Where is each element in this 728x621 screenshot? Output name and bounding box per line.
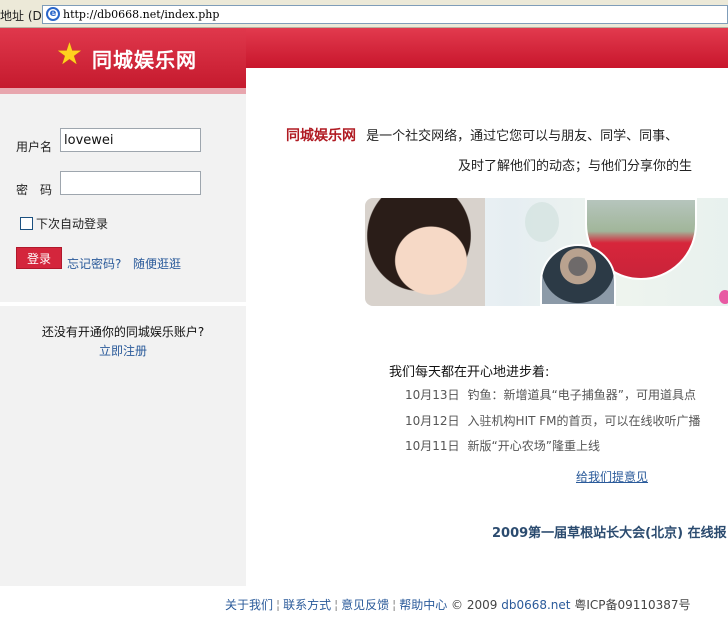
news-date: 10月11日 xyxy=(405,439,460,453)
password-input[interactable] xyxy=(60,171,201,195)
remember-label: 下次自动登录 xyxy=(36,217,109,231)
intro-brand: 同城娱乐网 xyxy=(286,128,356,144)
banner-background-figure xyxy=(525,202,559,242)
news-text: 钓鱼：新增道具“电子捕鱼器”，可用道具点 xyxy=(467,388,696,402)
feedback-wrap: 给我们提意见 xyxy=(576,468,648,485)
remember-checkbox[interactable] xyxy=(20,217,33,230)
url-field[interactable]: e http://db0668.net/index.php xyxy=(42,5,728,24)
login-button[interactable]: 登录 xyxy=(16,247,62,269)
register-link[interactable]: 立即注册 xyxy=(99,344,147,358)
footer-separator: ¦ xyxy=(334,598,339,612)
login-panel xyxy=(0,94,246,586)
footer: 关于我们 ¦ 联系方式 ¦ 意见反馈 ¦ 帮助中心 © 2009 db0668.net 粤I… xyxy=(225,596,691,613)
news-item: 10月11日 新版“开心农场”隆重上线 xyxy=(405,437,600,454)
url-text: http://db0668.net/index.php xyxy=(63,8,220,21)
panel-divider xyxy=(0,302,246,306)
footer-domain-link[interactable]: db0668.net xyxy=(501,598,570,612)
register-wrap: 立即注册 xyxy=(0,342,246,359)
banner-pink-dot xyxy=(719,290,728,304)
forgot-password-link[interactable]: 忘记密码? xyxy=(67,255,121,272)
news-text: 入驻机构HIT FM的首页，可以在线收听广播 xyxy=(467,414,701,428)
footer-separator: ¦ xyxy=(392,598,397,612)
logo-text: 同城娱乐网 xyxy=(92,48,197,72)
browse-link[interactable]: 随便逛逛 xyxy=(133,255,181,272)
feedback-link[interactable]: 给我们提意见 xyxy=(576,470,648,484)
star-icon: ★ xyxy=(56,37,83,72)
news-date: 10月12日 xyxy=(405,414,460,428)
footer-feedback-link[interactable]: 意见反馈 xyxy=(341,598,389,612)
intro-text-1: 是一个社交网络，通过它您可以与朋友、同学、同事、 xyxy=(366,129,679,144)
intro-line-2: 及时了解他们的动态；与他们分享你的生 xyxy=(458,159,693,174)
username-label: 用户名 xyxy=(16,140,53,154)
browser-address-bar: 地址 (D) e http://db0668.net/index.php xyxy=(0,0,728,28)
ie-page-icon: e xyxy=(46,7,60,21)
news-text: 新版“开心农场”隆重上线 xyxy=(467,439,600,453)
password-label: 密 码 xyxy=(16,183,53,197)
footer-about-link[interactable]: 关于我们 xyxy=(225,598,273,612)
news-date: 10月13日 xyxy=(405,388,460,402)
address-label: 地址 (D) xyxy=(0,9,47,23)
no-account-text: 还没有开通你的同城娱乐账户? xyxy=(41,325,205,339)
username-input[interactable] xyxy=(60,128,201,152)
news-item: 10月13日 钓鱼：新增道具“电子捕鱼器”，可用道具点 xyxy=(405,386,696,403)
banner-image xyxy=(365,198,728,306)
footer-help-link[interactable]: 帮助中心 xyxy=(399,598,447,612)
footer-contact-link[interactable]: 联系方式 xyxy=(283,598,331,612)
banner-portrait xyxy=(365,198,485,306)
news-item: 10月12日 入驻机构HIT FM的首页，可以在线收听广播 xyxy=(405,412,701,429)
footer-copyright: © 2009 xyxy=(451,598,498,612)
footer-separator: ¦ xyxy=(276,598,281,612)
conference-link[interactable]: 2009第一届草根站长大会(北京) 在线报 xyxy=(492,522,727,541)
intro-line-1: 同城娱乐网 是一个社交网络，通过它您可以与朋友、同学、同事、 xyxy=(286,125,678,145)
footer-icp: 粤ICP备09110387号 xyxy=(574,598,691,612)
news-title: 我们每天都在开心地进步着: xyxy=(389,365,550,380)
